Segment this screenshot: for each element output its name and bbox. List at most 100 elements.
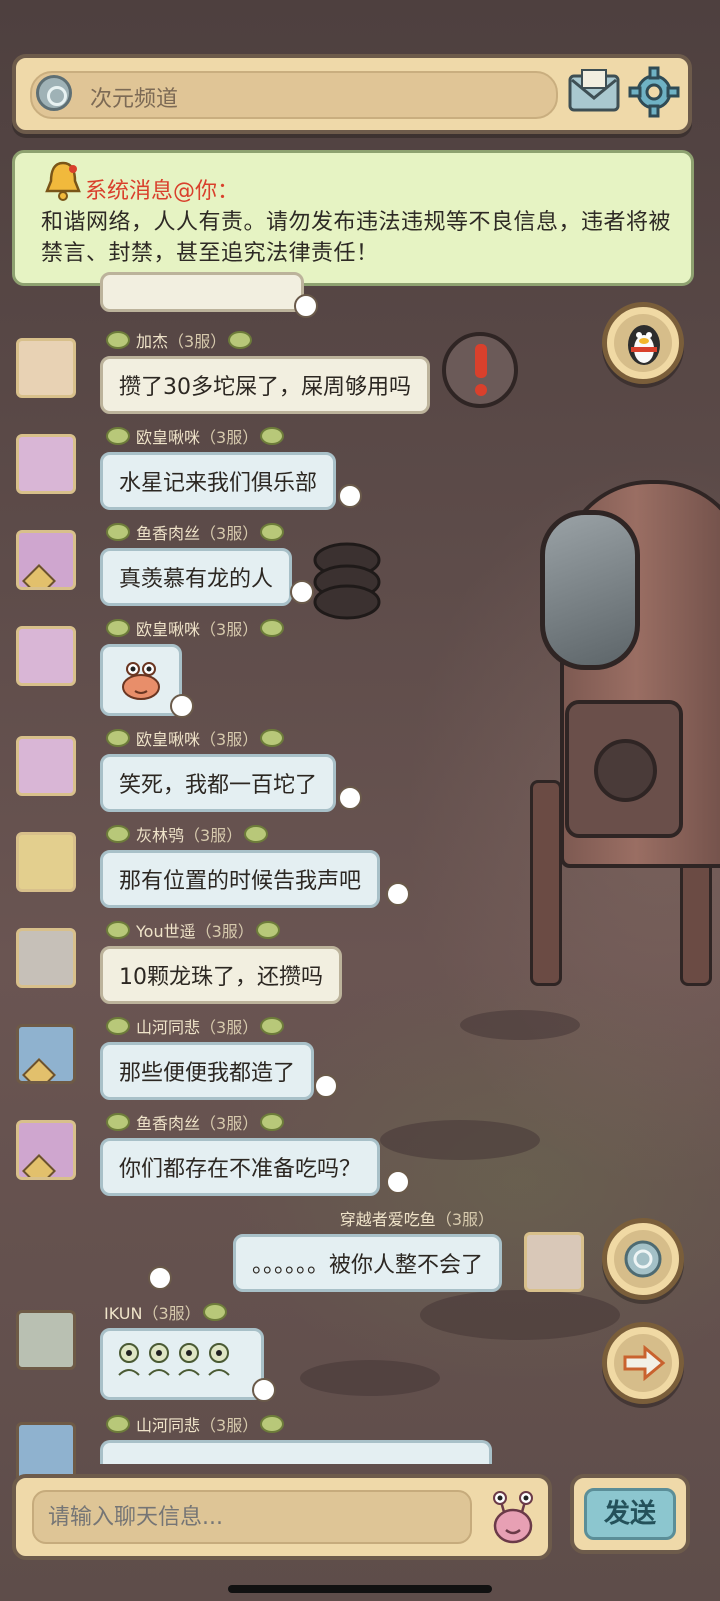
username-row: 欧皇啾咪（3服） xyxy=(104,726,290,750)
server-tag: （3服） xyxy=(200,730,259,749)
username: 欧皇啾咪 xyxy=(136,428,201,447)
server-tag: （3服） xyxy=(184,826,243,845)
message-bubble[interactable]: 你们都存在不准备吃吗？ xyxy=(100,1138,381,1196)
rocket-building[interactable] xyxy=(530,440,720,1000)
username: 山河同悲 xyxy=(136,1416,201,1435)
username-row: You世遥（3服） xyxy=(104,918,286,942)
avatar[interactable] xyxy=(16,434,76,494)
username-row: 穿越者爱吃鱼（3服） xyxy=(340,1206,494,1230)
rank-badge-icon xyxy=(260,1113,285,1131)
bubble-tail xyxy=(290,580,314,604)
bubble-tail xyxy=(148,1266,172,1290)
rank-badge-icon xyxy=(106,825,130,843)
avatar[interactable] xyxy=(16,1024,76,1084)
channel-portal-icon xyxy=(36,75,72,111)
rank-badge-icon xyxy=(260,427,285,445)
rank-badge-icon xyxy=(106,1415,130,1433)
username-row: 灰林鸮（3服） xyxy=(104,822,274,846)
rank-badge-icon xyxy=(260,1017,285,1035)
username-row: 山河同悲（3服） xyxy=(104,1014,290,1038)
system-notice: 系统消息@你： 和谐网络，人人有责。请勿发布违法违规等不良信息，违者将被禁言、封… xyxy=(12,150,694,286)
ground-puddle xyxy=(380,1120,540,1160)
emoji-sticker-icon[interactable] xyxy=(486,1488,540,1546)
rank-badge-icon xyxy=(106,729,130,747)
username: 鱼香肉丝 xyxy=(136,1114,201,1133)
username: 穿越者爱吃鱼 xyxy=(339,1210,436,1229)
rank-badge-icon xyxy=(106,331,130,349)
message-bubble[interactable] xyxy=(100,1440,492,1464)
tire-stack-icon xyxy=(313,542,381,620)
penguin-icon xyxy=(628,325,660,365)
message-bubble[interactable]: 10颗龙珠了，还攒吗 xyxy=(100,946,342,1004)
next-arrow-button[interactable] xyxy=(602,1322,684,1404)
message-bubble[interactable]: 水星记来我们俱乐部 xyxy=(100,452,337,510)
chat-input-bar xyxy=(12,1474,552,1560)
server-tag: （3服） xyxy=(200,1018,259,1037)
server-tag: （3服） xyxy=(435,1210,494,1229)
message-bubble[interactable]: 攒了30多坨屎了，屎周够用吗 xyxy=(100,356,430,414)
username: 鱼香肉丝 xyxy=(136,524,201,543)
username: 山河同悲 xyxy=(136,1018,201,1037)
bell-icon xyxy=(45,161,81,201)
username: 欧皇啾咪 xyxy=(136,730,201,749)
message-bubble[interactable]: 笑死，我都一百坨了 xyxy=(100,754,337,812)
message-bubble-partial[interactable] xyxy=(100,272,304,312)
rank-badge-icon xyxy=(244,825,269,843)
bubble-tail xyxy=(294,294,318,318)
channel-selector[interactable]: 次元频道 xyxy=(30,71,558,119)
rank-badge-icon xyxy=(106,523,130,541)
bubble-tail xyxy=(386,1170,410,1194)
rank-badge-icon xyxy=(106,1113,130,1131)
send-button[interactable]: 发送 xyxy=(570,1474,690,1554)
avatar[interactable] xyxy=(16,1120,76,1180)
send-label: 发送 xyxy=(584,1488,676,1540)
rank-badge-icon xyxy=(106,1017,130,1035)
message-bubble[interactable] xyxy=(100,1328,264,1400)
crab-sticker-icon xyxy=(122,662,160,700)
message-bubble[interactable]: 。。。。。。被你人整不会了 xyxy=(232,1234,502,1292)
eyeball-sticker-icon xyxy=(118,1343,230,1376)
server-tag: （3服） xyxy=(168,332,227,351)
message-bubble[interactable]: 真羡慕有龙的人 xyxy=(100,548,293,606)
avatar[interactable] xyxy=(16,1310,76,1370)
message-bubble[interactable]: 那些便便我都造了 xyxy=(100,1042,315,1100)
arrow-right-icon xyxy=(623,1345,666,1381)
username: 加杰 xyxy=(136,332,169,351)
rank-icon xyxy=(22,1154,56,1177)
rank-badge-icon xyxy=(106,921,130,939)
avatar[interactable] xyxy=(16,626,76,686)
mail-icon[interactable] xyxy=(568,68,620,116)
rank-badge-icon xyxy=(106,427,130,445)
username-row: 鱼香肉丝（3服） xyxy=(104,1110,290,1134)
avatar[interactable] xyxy=(16,338,76,398)
notice-title: 系统消息@你： xyxy=(85,179,240,204)
avatar-self[interactable] xyxy=(524,1232,584,1292)
username: 灰林鸮 xyxy=(136,826,185,845)
rank-badge-icon xyxy=(260,523,285,541)
rank-badge-icon xyxy=(106,619,130,637)
avatar[interactable] xyxy=(16,928,76,988)
username-row: 鱼香肉丝（3服） xyxy=(104,520,290,544)
rank-badge-icon xyxy=(260,1415,285,1433)
chat-input[interactable] xyxy=(32,1490,472,1544)
portal-icon xyxy=(624,1240,662,1278)
avatar[interactable] xyxy=(16,1422,76,1482)
message-bubble[interactable]: 那有位置的时候告我声吧 xyxy=(100,850,381,908)
server-tag: （3服） xyxy=(142,1304,201,1323)
avatar[interactable] xyxy=(16,530,76,590)
avatar[interactable] xyxy=(16,832,76,892)
ground-puddle xyxy=(420,1290,620,1340)
gear-icon[interactable] xyxy=(628,66,680,118)
server-tag: （3服） xyxy=(200,524,259,543)
username-row: 欧皇啾咪（3服） xyxy=(104,424,290,448)
rank-icon xyxy=(22,564,56,587)
rank-badge-icon xyxy=(228,331,253,349)
rank-badge-icon xyxy=(255,921,280,939)
rank-icon xyxy=(22,1058,56,1081)
bubble-tail xyxy=(170,694,194,718)
server-tag: （3服） xyxy=(195,922,254,941)
avatar[interactable] xyxy=(16,736,76,796)
bubble-tail xyxy=(338,484,362,508)
qq-share-button[interactable] xyxy=(602,302,684,384)
channel-switch-button[interactable] xyxy=(602,1218,684,1300)
